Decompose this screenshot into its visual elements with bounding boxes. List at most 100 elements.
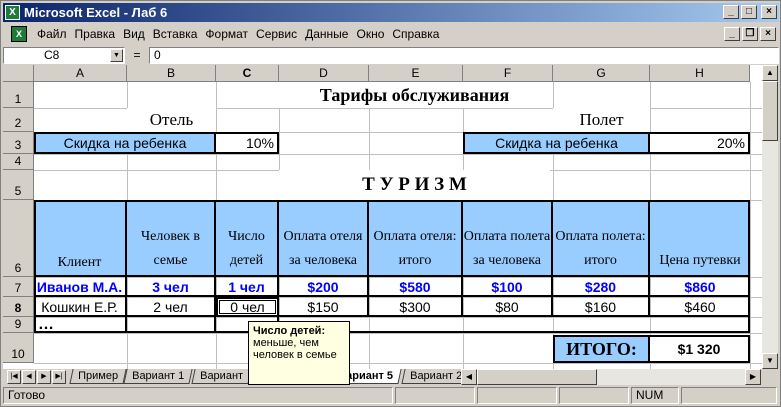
row-header-1[interactable]: 1	[3, 82, 34, 108]
spreadsheet-grid[interactable]: A B C D E F G H 1 2 3 4 5 6 7 8 9 10 Тар…	[3, 65, 777, 369]
r8-flight-pp[interactable]: $80	[463, 297, 553, 317]
vertical-scrollbar[interactable]: ▲ ▼	[762, 65, 778, 369]
dropdown-arrow-icon[interactable]: ▼	[110, 48, 123, 62]
status-panel-2	[477, 387, 557, 404]
minimize-icon: _	[729, 28, 735, 39]
menu-bar: X Файл Правка Вид Вставка Формат Сервис …	[3, 24, 779, 44]
flight-label[interactable]: Полет	[553, 108, 650, 132]
equals-icon[interactable]: =	[125, 48, 149, 62]
next-sheet-icon[interactable]: ▶	[37, 370, 51, 384]
scroll-left-icon[interactable]: ◀	[461, 369, 477, 385]
header-hotel-total[interactable]: Оплата отеля: итого	[369, 200, 463, 277]
row-header-5[interactable]: 5	[3, 170, 34, 200]
header-flight-per-person[interactable]: Оплата полета за человека	[463, 200, 553, 277]
header-family-size[interactable]: Человек в семье	[127, 200, 216, 277]
flight-discount-value[interactable]: 20%	[650, 132, 750, 154]
menu-view[interactable]: Вид	[119, 27, 149, 41]
header-client[interactable]: Клиент	[34, 200, 127, 277]
tab-variant-1[interactable]: Вариант 1	[123, 369, 193, 384]
hotel-discount-label[interactable]: Скидка на ребенка	[34, 132, 216, 154]
total-value[interactable]: $1 320	[650, 335, 750, 363]
row-header-6[interactable]: 6	[3, 200, 34, 277]
doc-restore-button[interactable]: ❐	[742, 27, 758, 41]
row-header-2[interactable]: 2	[3, 108, 34, 132]
header-hotel-per-person[interactable]: Оплата отеля за человека	[279, 200, 369, 277]
row-header-4[interactable]: 4	[3, 154, 34, 170]
menu-help[interactable]: Справка	[388, 27, 443, 41]
doc-close-button[interactable]: ×	[760, 27, 776, 41]
menu-data[interactable]: Данные	[301, 27, 352, 41]
hscroll-thumb[interactable]	[477, 369, 597, 385]
r7-hotel-total[interactable]: $580	[369, 277, 463, 297]
r8-family[interactable]: 2 чел	[127, 297, 216, 317]
scroll-thumb[interactable]	[762, 81, 778, 141]
close-button[interactable]: ×	[761, 5, 777, 19]
r9-ellipsis[interactable]: …	[34, 317, 127, 333]
r7-flight-total[interactable]: $280	[553, 277, 650, 297]
menu-format[interactable]: Формат	[201, 27, 252, 41]
r7-children[interactable]: 1 чел	[216, 277, 279, 297]
status-bar: Готово NUM	[3, 387, 779, 405]
maximize-button[interactable]: □	[741, 5, 757, 19]
flight-discount-label[interactable]: Скидка на ребенка	[463, 132, 650, 154]
first-sheet-icon[interactable]: |◀	[7, 370, 21, 384]
menu-tools[interactable]: Сервис	[252, 27, 301, 41]
excel-app-icon[interactable]: X	[5, 5, 20, 20]
col-header-g[interactable]: G	[553, 65, 650, 82]
status-num: NUM	[631, 387, 679, 404]
r8-hotel-total[interactable]: $300	[369, 297, 463, 317]
r7-price[interactable]: $860	[650, 277, 750, 297]
header-flight-total[interactable]: Оплата полета: итого	[553, 200, 650, 277]
r8-hotel-pp[interactable]: $150	[279, 297, 369, 317]
excel-window: X Microsoft Excel - Лаб 6 _ □ × X Файл П…	[0, 0, 781, 407]
doc-minimize-button[interactable]: _	[724, 27, 740, 41]
hotel-label[interactable]: Отель	[127, 108, 216, 132]
status-panel-3	[559, 387, 629, 404]
col-header-h[interactable]: H	[650, 65, 750, 82]
status-ready: Готово	[3, 387, 393, 404]
tab-primer[interactable]: Пример	[69, 369, 127, 384]
header-trip-price[interactable]: Цена путевки	[650, 200, 750, 277]
name-box-value: C8	[44, 47, 60, 62]
tourism-heading[interactable]: Т У Р И З М	[279, 170, 550, 200]
name-box[interactable]: C8 ▼	[3, 46, 125, 64]
scroll-down-icon[interactable]: ▼	[762, 353, 778, 369]
r7-client[interactable]: Иванов М.А.	[34, 277, 127, 297]
r8-price[interactable]: $460	[650, 297, 750, 317]
row-header-9[interactable]: 9	[3, 317, 34, 333]
r8-flight-total[interactable]: $160	[553, 297, 650, 317]
col-header-f[interactable]: F	[463, 65, 553, 82]
col-header-b[interactable]: B	[127, 65, 216, 82]
row-header-10[interactable]: 10	[3, 333, 34, 363]
formula-input[interactable]: 0	[149, 46, 779, 64]
row-header-7[interactable]: 7	[3, 277, 34, 297]
prev-sheet-icon[interactable]: ◀	[22, 370, 36, 384]
total-label[interactable]: ИТОГО:	[553, 335, 650, 363]
menu-window[interactable]: Окно	[352, 27, 388, 41]
menu-edit[interactable]: Правка	[71, 27, 120, 41]
select-all-corner[interactable]	[3, 65, 34, 82]
last-sheet-icon[interactable]: ▶|	[52, 370, 66, 384]
r7-hotel-pp[interactable]: $200	[279, 277, 369, 297]
row-header-3[interactable]: 3	[3, 132, 34, 154]
sheet-title[interactable]: Тарифы обслуживания	[279, 82, 550, 108]
col-header-c[interactable]: C	[216, 65, 279, 82]
r7-flight-pp[interactable]: $100	[463, 277, 553, 297]
col-header-e[interactable]: E	[369, 65, 463, 82]
r7-family[interactable]: 3 чел	[127, 277, 216, 297]
tab-variant[interactable]: Вариант	[191, 369, 252, 384]
col-header-d[interactable]: D	[279, 65, 369, 82]
menu-insert[interactable]: Вставка	[149, 27, 202, 41]
col-header-a[interactable]: A	[34, 65, 127, 82]
scroll-up-icon[interactable]: ▲	[762, 65, 778, 81]
horizontal-scrollbar[interactable]: ◀ ▶	[461, 369, 761, 385]
header-children[interactable]: Число детей	[216, 200, 279, 277]
workbook-icon[interactable]: X	[11, 26, 27, 42]
r8-client[interactable]: Кошкин Е.Р.	[34, 297, 127, 317]
hotel-discount-value[interactable]: 10%	[216, 132, 279, 154]
r8-children-selected[interactable]: 0 чел	[216, 297, 279, 317]
scroll-right-icon[interactable]: ▶	[745, 369, 761, 385]
menu-file[interactable]: Файл	[33, 27, 71, 41]
row-header-8[interactable]: 8	[3, 297, 34, 317]
minimize-button[interactable]: _	[723, 5, 739, 19]
